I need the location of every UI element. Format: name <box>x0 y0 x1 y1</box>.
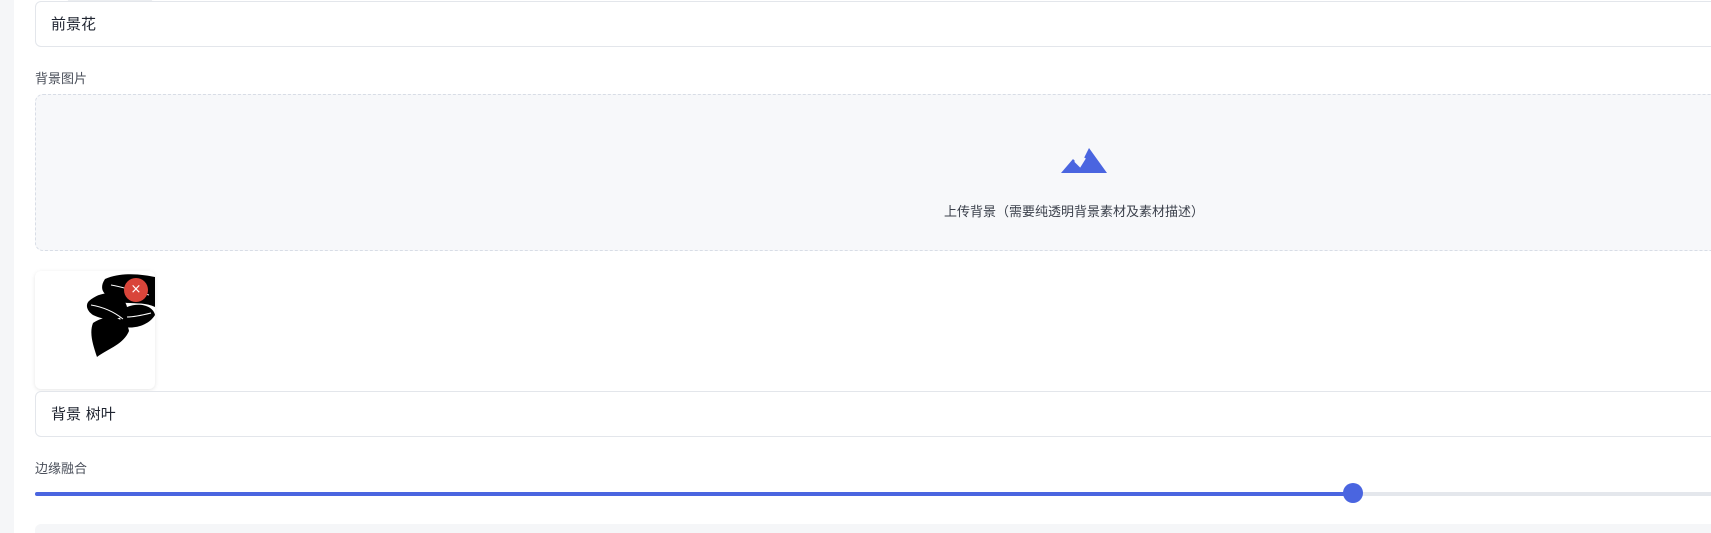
mountain-image-icon <box>1061 148 1107 173</box>
edge-blend-slider[interactable] <box>35 492 1711 496</box>
remove-thumbnail-button[interactable]: × <box>124 278 148 302</box>
background-image-label: 背景图片 <box>35 72 88 87</box>
upload-hint: 上传背景（需要纯透明背景素材及素材描述） <box>944 205 1205 220</box>
foreground-name-input[interactable]: 前景花 <box>35 1 1711 47</box>
close-icon: × <box>130 282 142 297</box>
background-upload-zone[interactable] <box>35 94 1711 251</box>
slider-thumb[interactable] <box>1343 483 1364 503</box>
form-page: 前景花 背景图片 上传背景（需要纯透明背景素材及素材描述） × 背景 树叶 边缘… <box>0 0 1711 533</box>
background-description-input[interactable]: 背景 树叶 <box>35 391 1711 437</box>
edge-blend-label: 边缘融合 <box>35 462 88 477</box>
slider-fill <box>35 492 1354 496</box>
left-rail <box>0 0 14 533</box>
next-section-panel <box>35 524 1711 533</box>
